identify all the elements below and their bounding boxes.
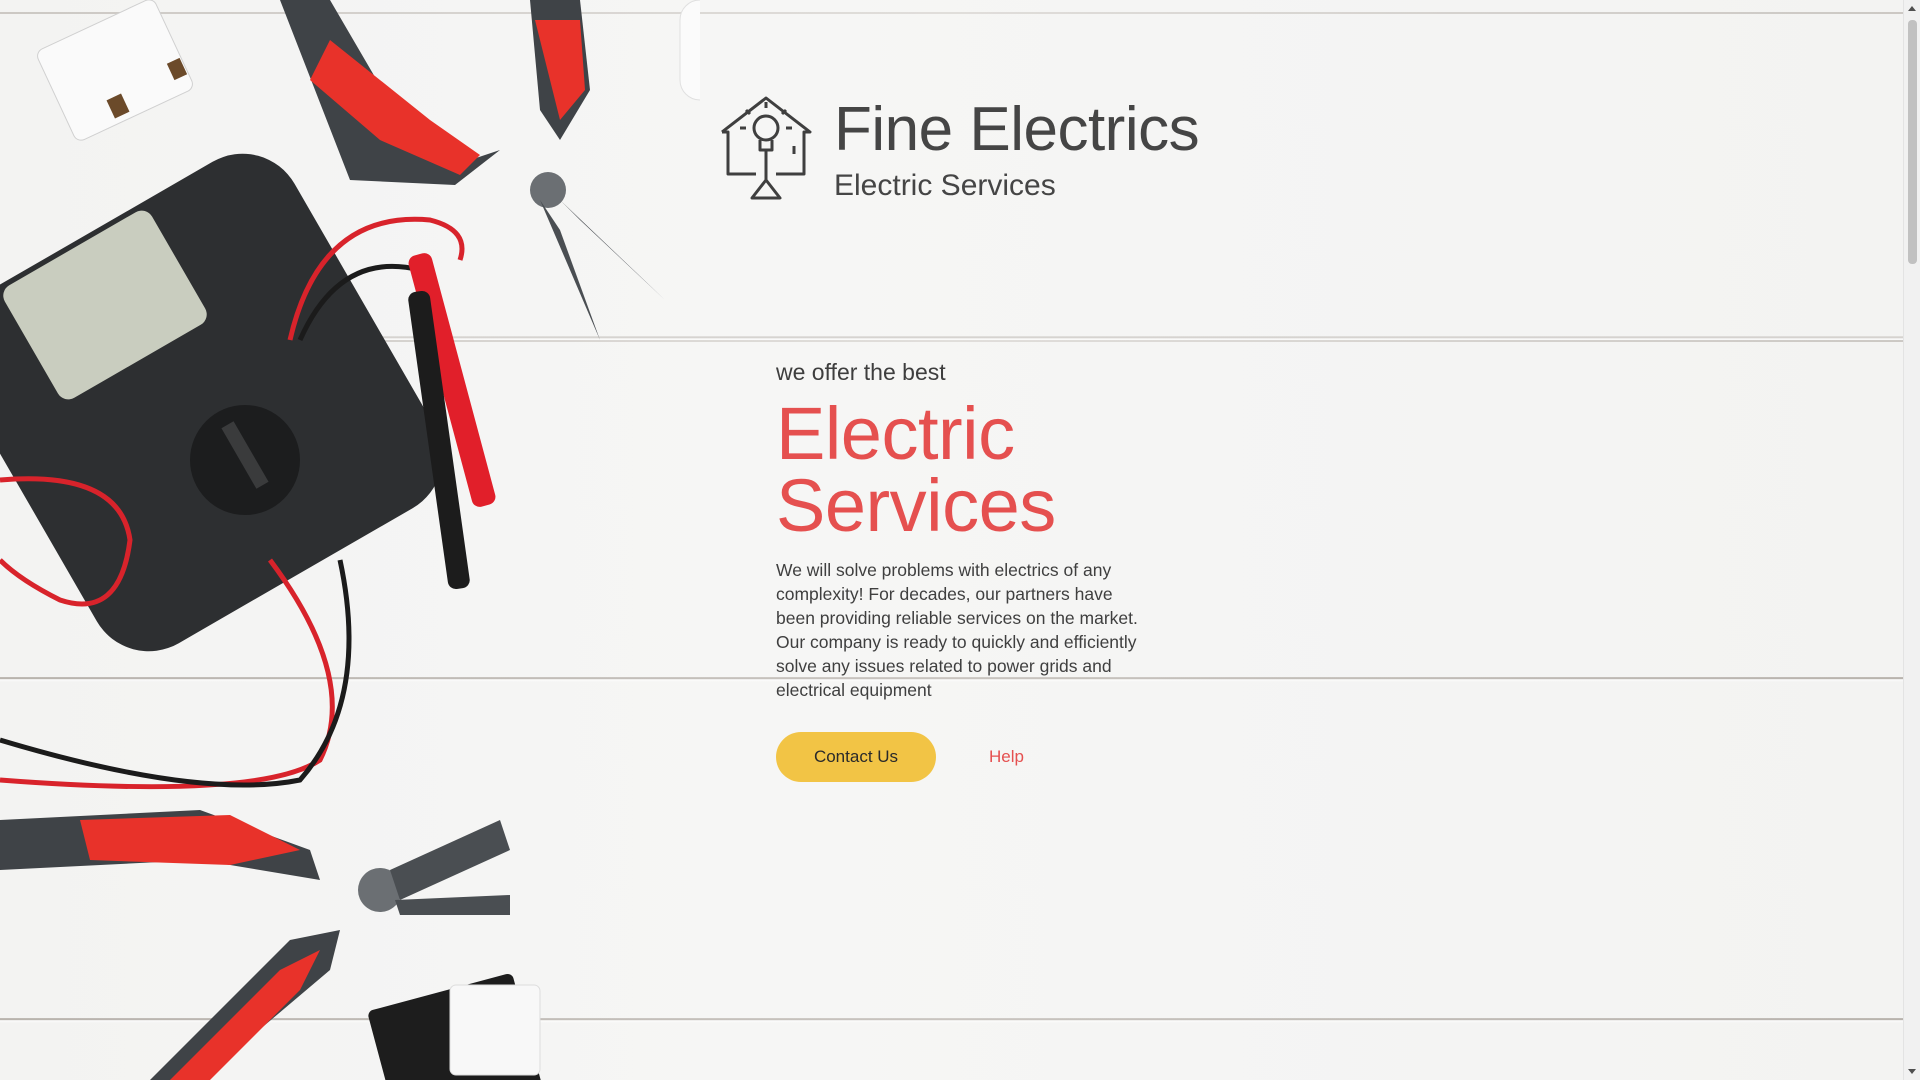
- hero-headline: Electric Services: [776, 392, 1156, 547]
- hero-description: We will solve problems with electrics of…: [776, 560, 1138, 700]
- hero-headline-line2: Services: [776, 464, 1056, 547]
- switch-cover-image: [449, 984, 541, 1076]
- socket-image: [37, 0, 193, 141]
- contact-us-button[interactable]: Contact Us: [776, 732, 936, 782]
- multimeter-image: [0, 153, 443, 652]
- tube-image: [679, 0, 700, 101]
- hero-tagline: we offer the best: [776, 359, 946, 385]
- page-scrollbar[interactable]: [1903, 0, 1920, 1080]
- brand-subtitle: Electric Services: [834, 169, 1056, 202]
- scroll-up-arrow-icon[interactable]: [1908, 6, 1916, 11]
- scrollbar-thumb[interactable]: [1908, 20, 1917, 264]
- electrician-tools-image: [0, 0, 700, 1080]
- scroll-down-arrow-icon[interactable]: [1908, 1069, 1916, 1074]
- hero-actions: Contact Us Help: [776, 732, 1156, 782]
- hero-headline-line1: Electric: [776, 392, 1015, 475]
- hero-section: we offer the best Electric Services We w…: [776, 356, 1156, 782]
- help-link[interactable]: Help: [989, 747, 1024, 767]
- lightbulb-house-icon: [721, 96, 812, 200]
- brand-name: Fine Electrics: [834, 95, 1200, 164]
- brand-logo[interactable]: Fine Electrics Electric Services: [716, 94, 1200, 204]
